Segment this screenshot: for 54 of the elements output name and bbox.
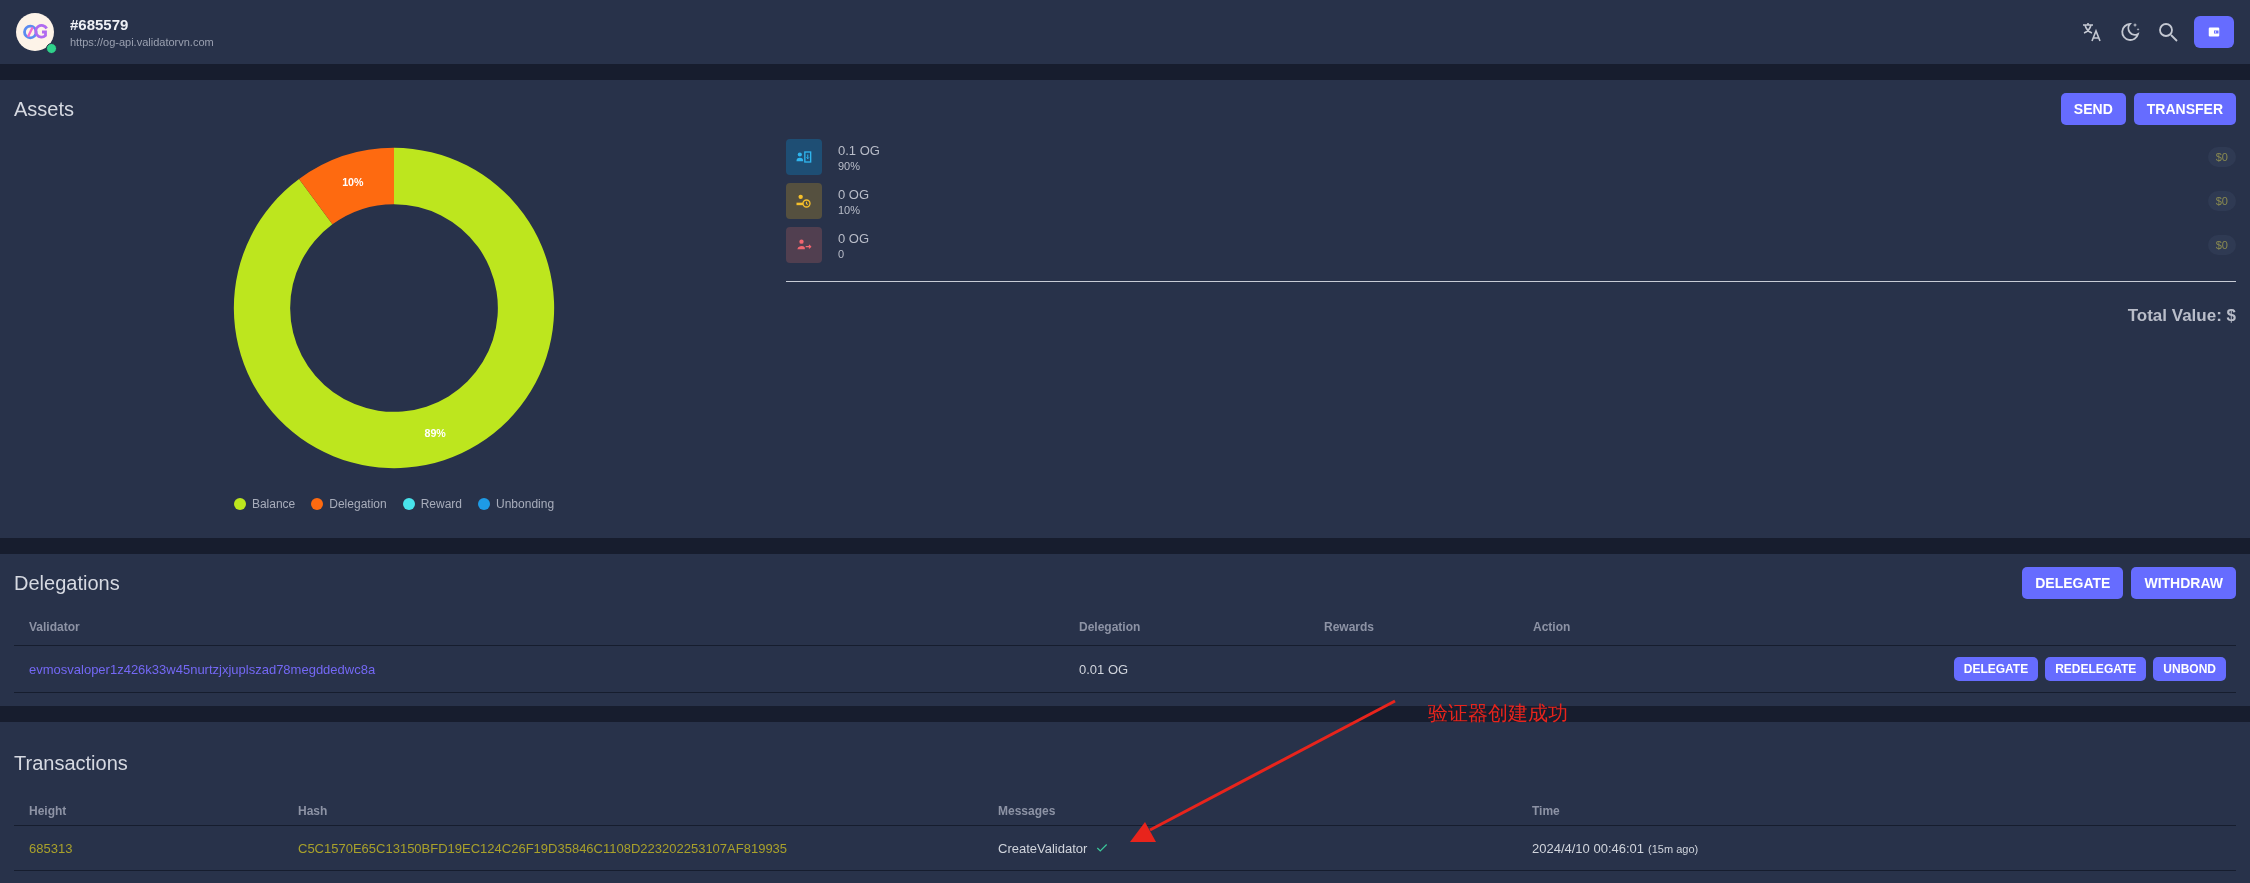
table-cell-text: 0.01 OG [1078, 661, 1130, 677]
slice-label: 89% [424, 427, 446, 440]
column-header: Hash [297, 803, 329, 818]
action-button[interactable]: SEND [2060, 93, 2126, 125]
section-title: Transactions [14, 751, 128, 775]
total-value: Total Value: $ [2127, 306, 2236, 326]
legend-dot [402, 498, 415, 510]
legend-dot [311, 498, 324, 510]
legend-label[interactable]: Balance [251, 497, 296, 511]
action-button[interactable]: WITHDRAW [2131, 567, 2236, 599]
tx-hash-link[interactable]: C5C1570E65C13150BFD19EC124C26F19D35846C1108D223202253107AF819935 [283, 840, 983, 856]
column-header: Rewards [1323, 620, 1376, 634]
row-action-button[interactable]: DELEGATE [1953, 657, 2039, 681]
section-title: Delegations [14, 571, 120, 595]
asset-percent: 0 [838, 247, 846, 260]
wallet-button[interactable] [2194, 16, 2234, 48]
legend-label[interactable]: Reward [420, 497, 462, 511]
asset-amount: 0.1 OG [838, 142, 881, 158]
asset-amount: 0 OG [838, 186, 871, 202]
asset-percent: 10% [838, 203, 862, 216]
validator-link[interactable]: evmosvaloper1z426k33w45nurtzjxjuplszad78megddedwc8a [14, 661, 1064, 677]
column-header: Action [1532, 620, 1572, 634]
asset-amount: 0 OG [838, 230, 871, 246]
block-height-link[interactable]: 685313 [14, 840, 283, 856]
legend-label[interactable]: Delegation [329, 497, 387, 511]
asset-percent: 90% [838, 159, 862, 172]
column-header: Height [28, 803, 68, 818]
legend-dot [233, 498, 246, 510]
column-header: Validator [28, 620, 81, 634]
translate-icon[interactable] [2080, 20, 2104, 44]
value-badge: $0 [2207, 235, 2236, 255]
legend-label[interactable]: Unbonding [496, 497, 555, 511]
relative-time: (15m ago) [1648, 842, 1699, 855]
person-clock-icon [786, 183, 822, 219]
tx-time: 2024/4/10 00:46:01 [1532, 840, 1645, 856]
moon-stars-icon[interactable] [2118, 20, 2142, 44]
endpoint-url: https://og-api.validatorvn.com [70, 36, 214, 48]
slice-label: 10% [342, 176, 364, 189]
column-header: Delegation [1078, 620, 1142, 634]
row-action-button[interactable]: UNBOND [2153, 657, 2226, 681]
block-title: #685579 [70, 16, 130, 33]
person-wallet-icon [786, 139, 822, 175]
action-button[interactable]: DELEGATE [2022, 567, 2124, 599]
section-title: Assets [14, 97, 75, 121]
annotation-text: 验证器创建成功 [1428, 701, 1568, 726]
search-icon[interactable] [2156, 20, 2180, 44]
value-badge: $0 [2207, 191, 2236, 211]
legend-dot [478, 498, 490, 510]
value-badge: $0 [2207, 147, 2236, 167]
message-type: CreateValidator [998, 840, 1088, 856]
action-button[interactable]: TRANSFER [2133, 93, 2236, 125]
column-header: Time [1531, 803, 1561, 818]
row-action-button[interactable]: REDELEGATE [2045, 657, 2147, 681]
column-header: Messages [997, 803, 1057, 818]
